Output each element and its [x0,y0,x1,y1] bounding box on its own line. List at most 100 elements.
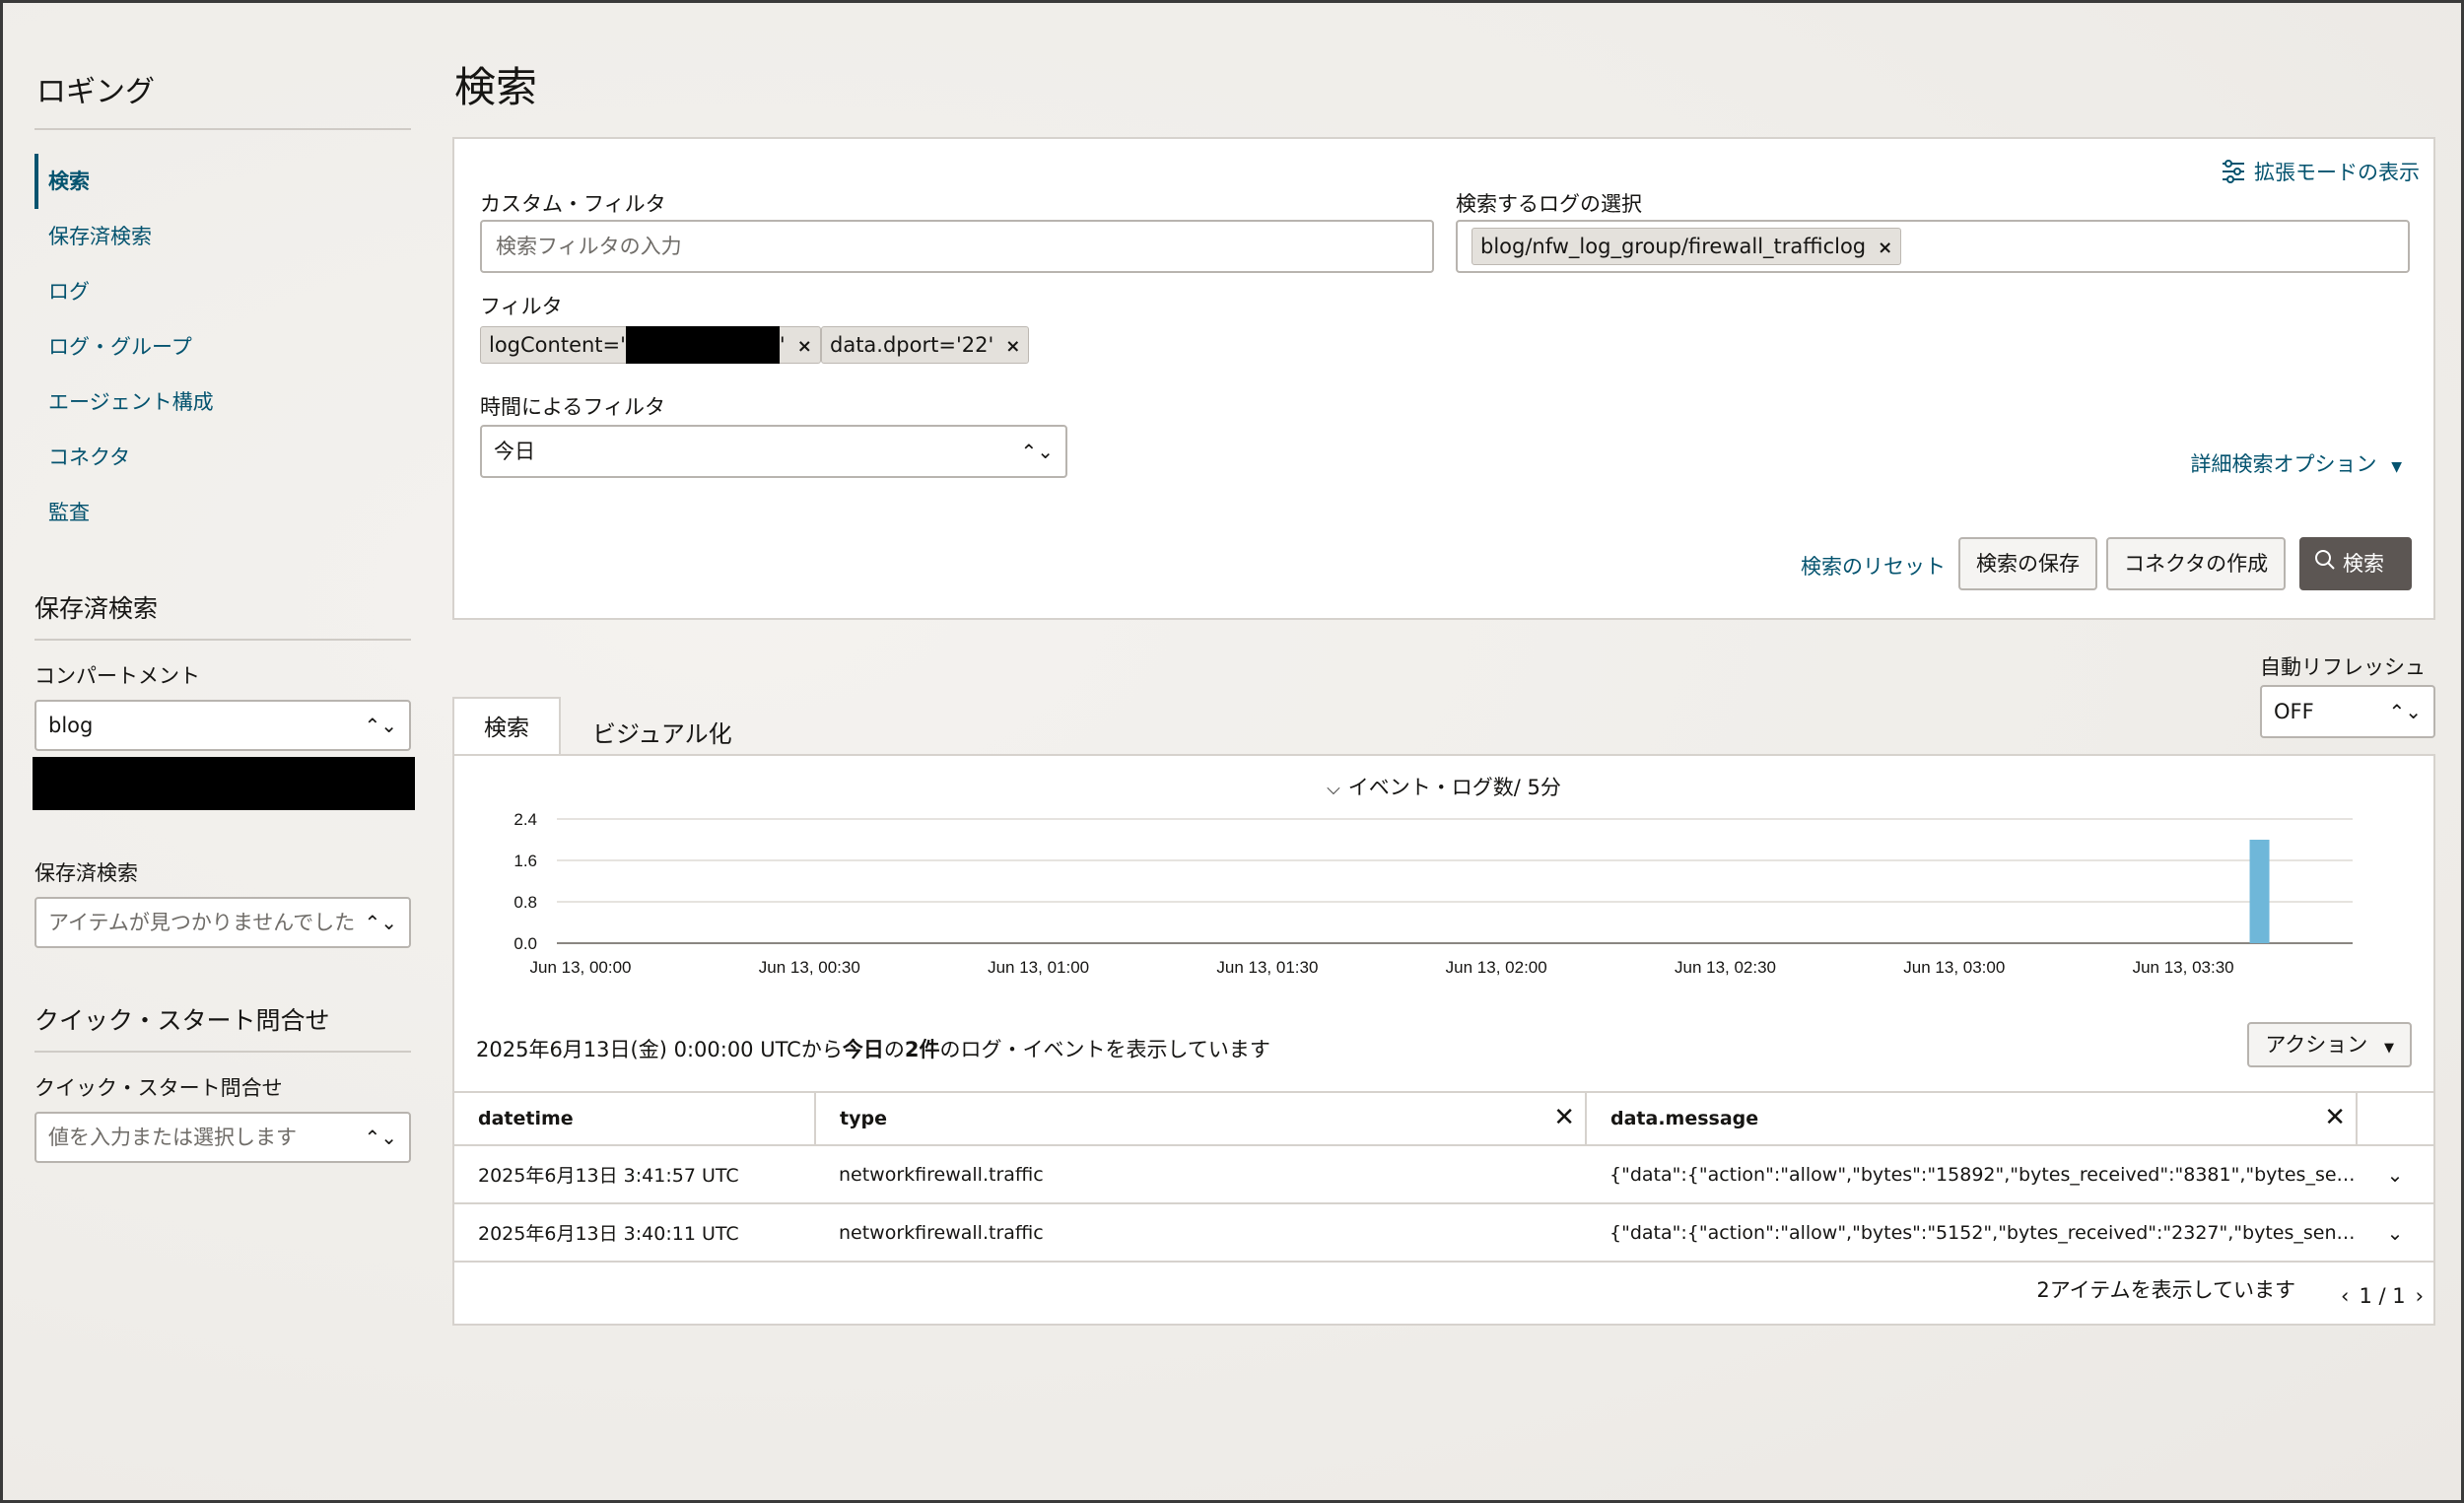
x-tick-label: Jun 13, 01:00 [988,958,1089,977]
x-tick-label: Jun 13, 01:30 [1216,958,1318,977]
x-tick-label: Jun 13, 02:00 [1446,958,1547,977]
x-tick-label: Jun 13, 00:00 [529,958,631,977]
sidebar-title: ロギング [34,62,411,130]
saved-search-placeholder: アイテムが見つかりませんでした [48,911,356,934]
updown-icon: ⌃⌄ [364,911,397,934]
updown-icon: ⌃⌄ [364,1126,397,1149]
compartment-select[interactable]: blog ⌃⌄ [34,700,411,751]
close-icon[interactable]: ✕ [1553,1103,1575,1132]
table-row[interactable]: 2025年6月13日 3:41:57 UTC networkfirewall.t… [454,1145,2433,1204]
chevron-left-icon[interactable]: ‹ [2341,1284,2349,1308]
remove-chip-icon[interactable]: × [1005,336,1020,357]
chevron-down-icon: ⌵ [1327,779,1340,799]
sidebar-item-saved-search[interactable]: 保存済検索 [34,209,411,264]
quick-start-select[interactable]: 値を入力または選択します ⌃⌄ [34,1112,411,1163]
sidebar-item-connectors[interactable]: コネクタ [34,430,411,485]
filter-chip-dport: data.dport='22' × [821,326,1030,364]
sidebar: ロギング 検索 保存済検索 ログ ログ・グループ エージェント構成 コネクタ 監… [33,62,415,1163]
selected-log-chip: blog/nfw_log_group/firewall_trafficlog × [1472,228,1902,265]
advanced-mode-link[interactable]: 拡張モードの表示 [2221,157,2420,189]
x-tick-label: Jun 13, 00:30 [759,958,860,977]
cell-datetime: 2025年6月13日 3:40:11 UTC [454,1203,815,1263]
summary-mid: の [883,1038,905,1061]
create-connector-button[interactable]: コネクタの作成 [2106,537,2287,590]
cell-datetime: 2025年6月13日 3:41:57 UTC [454,1145,815,1204]
search-icon [2313,540,2337,589]
advanced-mode-label: 拡張モードの表示 [2254,161,2420,184]
quick-start-placeholder: 値を入力または選択します [48,1126,297,1149]
x-tick-label: Jun 13, 03:30 [2133,958,2234,977]
column-header-type[interactable]: type ✕ [815,1091,1587,1146]
column-header-datetime[interactable]: datetime [454,1091,816,1146]
column-header-label: data.message [1610,1108,1759,1129]
chevron-down-icon[interactable]: ⌄ [2357,1203,2433,1263]
updown-icon: ⌃⌄ [364,714,397,737]
table-row[interactable]: 2025年6月13日 3:40:11 UTC networkfirewall.t… [454,1203,2433,1263]
detail-options-link[interactable]: 詳細検索オプション ▼ [2191,448,2402,478]
cell-message: {"data":{"action":"allow","bytes":"15892… [1586,1145,2357,1204]
sidebar-item-search[interactable]: 検索 [34,154,411,209]
saved-search-label: 保存済検索 [34,861,138,885]
close-icon[interactable]: ✕ [2324,1103,2346,1132]
log-select-input[interactable]: blog/nfw_log_group/firewall_trafficlog × [1456,220,2410,273]
saved-search-section-title: 保存済検索 [34,560,411,641]
summary-suffix: のログ・イベントを表示しています [939,1038,1270,1061]
compartment-value: blog [48,714,94,737]
saved-search-select[interactable]: アイテムが見つかりませんでした ⌃⌄ [34,897,411,948]
summary-range: 今日 [842,1038,884,1061]
chevron-down-icon[interactable]: ⌄ [2357,1145,2433,1204]
actions-button[interactable]: アクション ▼ [2247,1022,2412,1067]
auto-refresh-label: 自動リフレッシュ [2260,655,2426,679]
reset-search-link[interactable]: 検索のリセット [1801,551,1946,581]
chart-title-label: イベント・ログ数/ 5分 [1347,776,1561,799]
chart-title[interactable]: ⌵ イベント・ログ数/ 5分 [454,772,2433,801]
updown-icon: ⌃⌄ [1020,440,1054,463]
updown-icon: ⌃⌄ [2388,700,2422,723]
log-select-label: 検索するログの選択 [1456,192,1642,216]
tab-visualize[interactable]: ビジュアル化 [592,715,732,749]
auto-refresh-select[interactable]: OFF ⌃⌄ [2260,685,2435,738]
y-tick-label: 0.8 [513,893,537,912]
selected-log-label: blog/nfw_log_group/firewall_trafficlog [1480,235,1867,258]
app-window: ロギング 検索 保存済検索 ログ ログ・グループ エージェント構成 コネクタ 監… [0,0,2464,1503]
event-count-chart: 2.4 1.6 0.8 0.0 Jun 13, 00:00 Jun 13, 00:30 Ju… [513,810,2353,977]
sidebar-item-logs[interactable]: ログ [34,264,411,319]
time-filter-select[interactable]: 今日 ⌃⌄ [480,425,1067,478]
quick-start-section-title: クイック・スタート問合せ [34,972,411,1053]
remove-chip-icon[interactable]: × [797,336,812,357]
search-button[interactable]: 検索 [2299,537,2412,590]
x-tick-label: Jun 13, 03:00 [1903,958,2005,977]
search-button-label: 検索 [2343,552,2384,576]
chevron-right-icon[interactable]: › [2416,1284,2424,1308]
sidebar-item-log-groups[interactable]: ログ・グループ [34,319,411,375]
y-tick-label: 2.4 [513,810,537,829]
caret-down-icon: ▼ [2391,459,2402,475]
sidebar-item-audit[interactable]: 監査 [34,485,411,540]
compartment-label: コンパートメント [34,664,200,688]
remove-chip-icon[interactable]: × [1878,238,1892,258]
search-panel: 拡張モードの表示 カスタム・フィルタ 検索フィルタの入力 検索するログの選択 b… [452,137,2435,620]
sidebar-item-agent-config[interactable]: エージェント構成 [34,375,411,430]
custom-filter-input[interactable]: 検索フィルタの入力 [480,220,1434,273]
x-tick-label: Jun 13, 02:30 [1675,958,1776,977]
column-header-message[interactable]: data.message ✕ [1586,1091,2358,1146]
sidebar-nav: 検索 保存済検索 ログ ログ・グループ エージェント構成 コネクタ 監査 [34,154,411,540]
y-tick-label: 1.6 [513,852,537,870]
cell-message: {"data":{"action":"allow","bytes":"5152"… [1586,1203,2357,1263]
tab-search[interactable]: 検索 [452,697,561,756]
redacted-block [33,757,415,810]
results-panel: ⌵ イベント・ログ数/ 5分 2.4 1.6 0.8 0.0 Jun 13, 00:00 J… [452,754,2435,1326]
column-header-label: datetime [478,1108,574,1129]
redacted-value [625,326,780,364]
filter-label: フィルタ [480,295,563,318]
time-filter-value: 今日 [494,440,535,463]
caret-down-icon: ▼ [2384,1041,2394,1056]
summary-prefix: 2025年6月13日(金) 0:00:00 UTCから [476,1038,843,1061]
column-header-label: type [840,1108,887,1129]
actions-label: アクション [2265,1033,2368,1057]
cell-type: networkfirewall.traffic [815,1203,1586,1263]
item-count: 2アイテムを表示しています [2036,1278,2295,1302]
log-table: datetime type ✕ data.message ✕ 2025年6月13日 … [454,1091,2433,1263]
auto-refresh-value: OFF [2274,700,2314,723]
save-search-button[interactable]: 検索の保存 [1958,537,2097,590]
